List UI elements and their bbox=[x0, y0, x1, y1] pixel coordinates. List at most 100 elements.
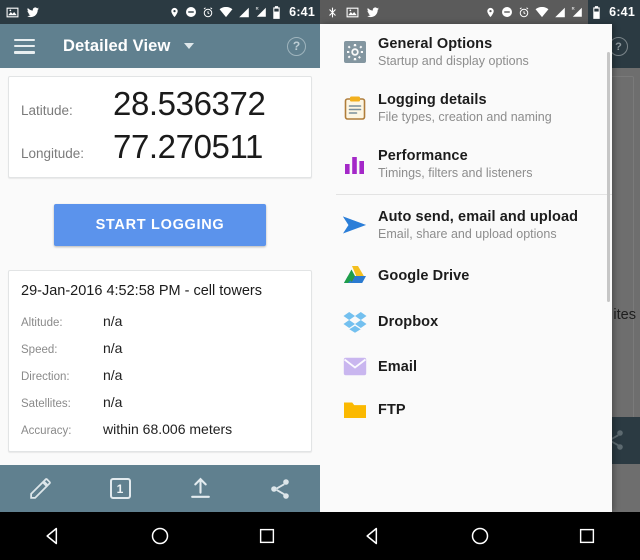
altitude-value: n/a bbox=[103, 313, 122, 329]
menu-item-title: FTP bbox=[378, 402, 406, 418]
gear-icon bbox=[338, 40, 372, 64]
location-icon bbox=[485, 6, 496, 19]
clipboard-icon bbox=[338, 96, 372, 120]
bluetooth-off-icon bbox=[326, 6, 339, 19]
left-bottom-bar: 1 bbox=[0, 465, 320, 512]
detail-row-direction: Direction: n/a bbox=[9, 362, 311, 389]
start-logging-wrap: START LOGGING bbox=[0, 186, 320, 262]
count-box-icon: 1 bbox=[110, 478, 131, 499]
signal-icon bbox=[554, 7, 566, 18]
longitude-label: Longitude: bbox=[21, 146, 113, 161]
start-logging-button[interactable]: START LOGGING bbox=[54, 204, 266, 246]
screenshot-icon bbox=[346, 6, 359, 19]
speed-value: n/a bbox=[103, 340, 122, 356]
menu-item-title: General Options bbox=[378, 36, 529, 52]
battery-icon bbox=[592, 6, 601, 19]
detail-row-accuracy: Accuracy: within 68.006 meters bbox=[9, 416, 311, 443]
left-app-toolbar: Detailed View ? bbox=[0, 24, 320, 68]
status-left-icons bbox=[6, 6, 40, 19]
menu-item-general-options[interactable]: General Options Startup and display opti… bbox=[320, 24, 612, 80]
speed-label: Speed: bbox=[21, 344, 103, 356]
menu-item-text: Auto send, email and upload Email, share… bbox=[372, 209, 578, 241]
right-status-bar: R 6:41 bbox=[320, 0, 640, 24]
longitude-value: 77.270511 bbox=[113, 128, 263, 167]
help-icon[interactable]: ? bbox=[287, 37, 306, 56]
roaming-signal-icon: R bbox=[571, 6, 583, 18]
recents-icon[interactable] bbox=[213, 527, 320, 545]
satellites-value: n/a bbox=[103, 394, 122, 410]
signal-icon bbox=[238, 7, 250, 18]
twitter-icon bbox=[26, 6, 40, 19]
caret-down-icon[interactable] bbox=[184, 43, 194, 49]
upload-icon bbox=[188, 476, 213, 501]
altitude-label: Altitude: bbox=[21, 317, 103, 329]
status-left-icons bbox=[326, 6, 380, 19]
back-icon[interactable] bbox=[0, 526, 107, 546]
detail-row-altitude: Altitude: n/a bbox=[9, 308, 311, 335]
battery-time-zone: 6:41 bbox=[588, 0, 640, 24]
roaming-signal-icon: R bbox=[255, 6, 267, 18]
menu-item-title: Logging details bbox=[378, 92, 552, 108]
location-icon bbox=[169, 6, 180, 19]
left-status-bar: R 6:41 bbox=[0, 0, 320, 24]
dimmed-partial-text: ites bbox=[613, 307, 636, 323]
count-button[interactable]: 1 bbox=[80, 478, 160, 499]
svg-text:R: R bbox=[256, 6, 259, 11]
dual-screenshot: R 6:41 Detailed View ? Latitude: 28.5363… bbox=[0, 0, 640, 560]
menu-item-email[interactable]: Email bbox=[320, 345, 612, 388]
menu-item-text: Performance Timings, filters and listene… bbox=[372, 148, 532, 180]
coordinates-card: Latitude: 28.536372 Longitude: 77.270511 bbox=[8, 76, 312, 178]
pencil-icon bbox=[28, 476, 53, 501]
menu-item-ftp[interactable]: FTP bbox=[320, 388, 612, 432]
folder-icon bbox=[338, 400, 372, 420]
menu-item-text: Dropbox bbox=[372, 314, 438, 330]
latitude-row: Latitude: 28.536372 bbox=[9, 83, 311, 126]
hamburger-icon[interactable] bbox=[14, 39, 35, 54]
annotate-button[interactable] bbox=[0, 476, 80, 501]
left-screen: R 6:41 Detailed View ? Latitude: 28.5363… bbox=[0, 0, 320, 560]
longitude-row: Longitude: 77.270511 bbox=[9, 126, 311, 169]
direction-value: n/a bbox=[103, 367, 122, 383]
send-icon bbox=[338, 214, 372, 236]
detail-row-satellites: Satellites: n/a bbox=[9, 389, 311, 416]
bar-chart-icon bbox=[338, 153, 372, 175]
share-button[interactable] bbox=[240, 477, 320, 501]
menu-item-google-drive[interactable]: Google Drive bbox=[320, 253, 612, 299]
recents-icon[interactable] bbox=[533, 527, 640, 545]
do-not-disturb-icon bbox=[501, 6, 513, 18]
details-card: 29-Jan-2016 4:52:58 PM - cell towers Alt… bbox=[8, 270, 312, 452]
details-title: 29-Jan-2016 4:52:58 PM - cell towers bbox=[9, 281, 311, 308]
detail-row-speed: Speed: n/a bbox=[9, 335, 311, 362]
accuracy-value: within 68.006 meters bbox=[103, 421, 232, 437]
right-screen: R 6:41 ? ites General Options bbox=[320, 0, 640, 560]
menu-item-text: General Options Startup and display opti… bbox=[372, 36, 529, 68]
svg-text:R: R bbox=[572, 6, 575, 11]
menu-divider bbox=[336, 194, 612, 195]
alarm-icon bbox=[202, 6, 214, 19]
menu-scrollbar[interactable] bbox=[607, 52, 610, 302]
menu-item-dropbox[interactable]: Dropbox bbox=[320, 299, 612, 345]
menu-item-performance[interactable]: Performance Timings, filters and listene… bbox=[320, 136, 612, 192]
home-icon[interactable] bbox=[427, 526, 534, 546]
menu-item-logging-details[interactable]: Logging details File types, creation and… bbox=[320, 80, 612, 136]
satellites-label: Satellites: bbox=[21, 398, 103, 410]
status-time: 6:41 bbox=[609, 5, 635, 19]
back-icon[interactable] bbox=[320, 526, 427, 546]
status-right-icons: R 6:41 bbox=[169, 5, 315, 19]
right-nav-bar bbox=[320, 512, 640, 560]
twitter-icon bbox=[366, 6, 380, 19]
upload-button[interactable] bbox=[160, 476, 240, 501]
menu-item-text: Logging details File types, creation and… bbox=[372, 92, 552, 124]
latitude-label: Latitude: bbox=[21, 103, 113, 118]
menu-item-auto-send[interactable]: Auto send, email and upload Email, share… bbox=[320, 197, 612, 253]
status-time: 6:41 bbox=[289, 5, 315, 19]
menu-item-subtitle: Timings, filters and listeners bbox=[378, 166, 532, 180]
do-not-disturb-icon bbox=[185, 6, 197, 18]
share-icon bbox=[268, 477, 292, 501]
menu-item-subtitle: File types, creation and naming bbox=[378, 110, 552, 124]
menu-item-subtitle: Email, share and upload options bbox=[378, 227, 578, 241]
google-drive-icon bbox=[338, 265, 372, 287]
menu-item-title: Email bbox=[378, 359, 417, 375]
home-icon[interactable] bbox=[107, 526, 214, 546]
menu-item-title: Dropbox bbox=[378, 314, 438, 330]
